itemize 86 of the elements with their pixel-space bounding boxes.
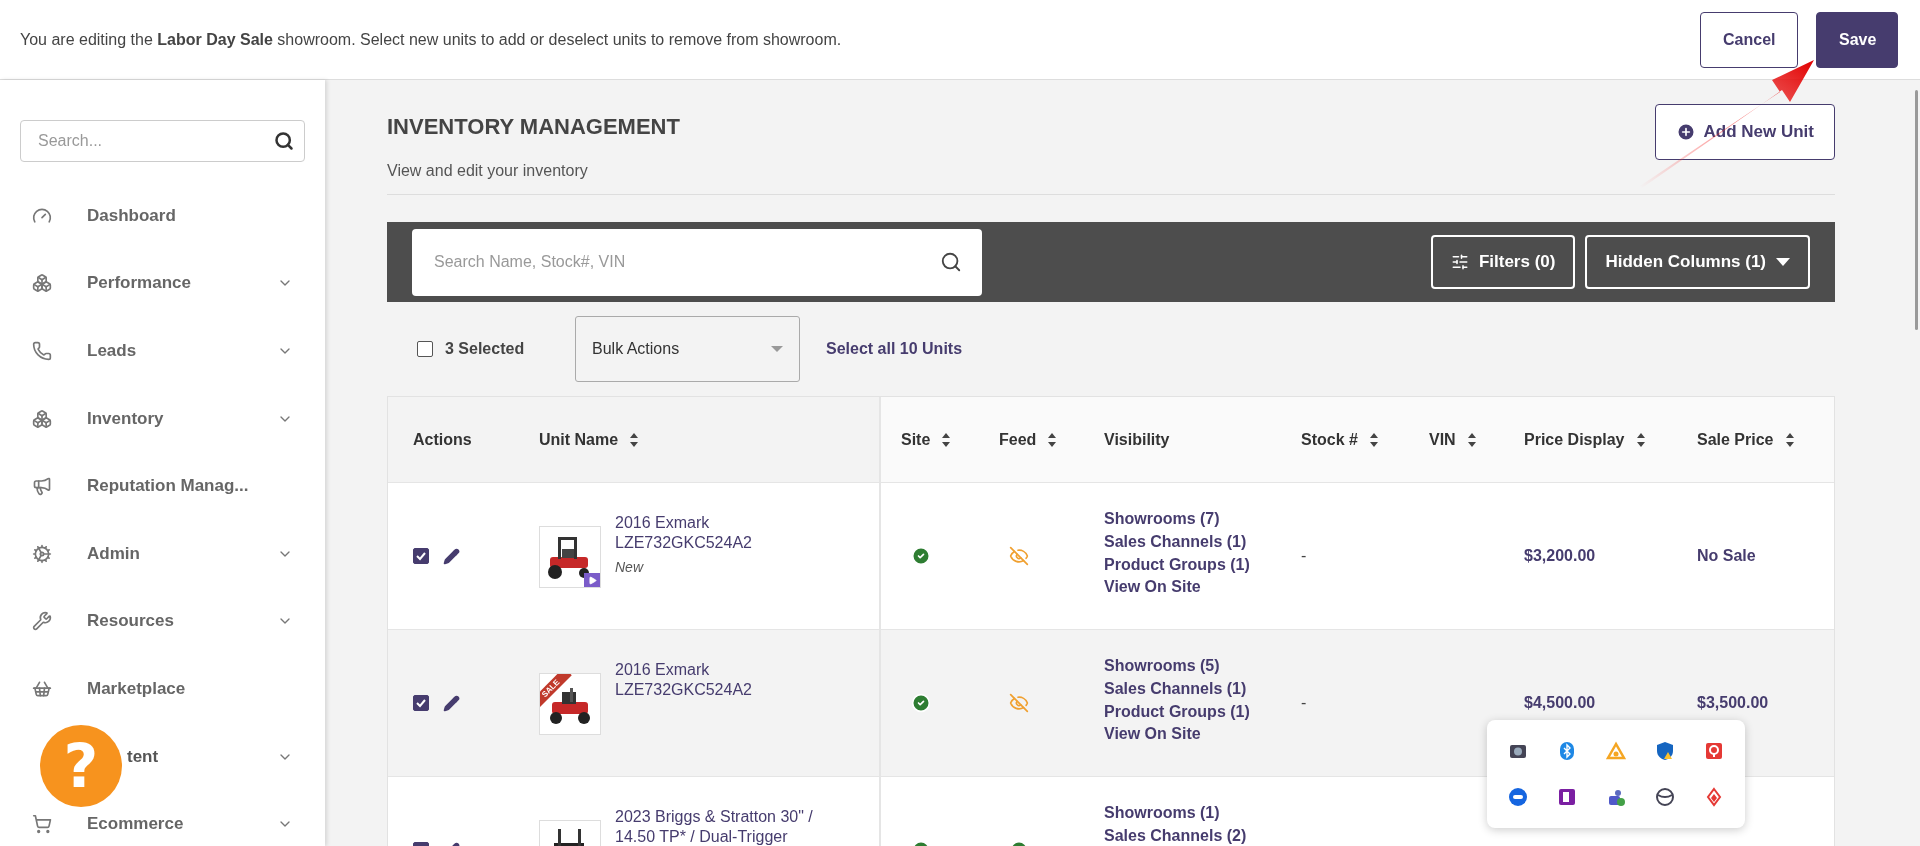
save-button[interactable]: Save xyxy=(1816,11,1898,68)
visibility-link[interactable]: Sales Channels (1) xyxy=(1104,678,1250,700)
caret-icon xyxy=(1776,258,1790,266)
notebook-icon[interactable] xyxy=(1556,787,1577,807)
sort-icon[interactable] xyxy=(1785,432,1794,447)
shield-icon[interactable] xyxy=(1655,741,1676,761)
unit-condition: New xyxy=(615,559,645,575)
banner-message: You are editing the Labor Day Sale showroom. Select new units to add or deselect units to remove from showroom. xyxy=(20,30,843,49)
nav-item[interactable]: Resources xyxy=(87,611,174,632)
hidden-columns-button[interactable]: Hidden Columns (1) xyxy=(1585,235,1810,289)
checkbox[interactable] xyxy=(417,341,433,357)
page-title: INVENTORY MANAGEMENT xyxy=(387,114,680,140)
visibility-link[interactable]: Sales Channels (2) xyxy=(1104,825,1247,846)
basket-icon xyxy=(32,678,52,699)
visibility-link[interactable]: Showrooms (5) xyxy=(1104,656,1250,677)
nav-item[interactable]: Admin xyxy=(87,543,140,564)
sale-price: No Sale xyxy=(1697,547,1756,565)
visibility-link[interactable]: Showrooms (1) xyxy=(1104,803,1247,824)
megaphone-icon xyxy=(32,476,52,497)
search-input[interactable]: Search Name, Stock#, VIN xyxy=(432,252,940,272)
column-header: Visibility xyxy=(1104,430,1170,449)
square-icon[interactable] xyxy=(1704,741,1725,761)
nav-item[interactable]: Leads xyxy=(87,341,137,361)
sort-icon[interactable] xyxy=(1636,432,1645,447)
column-header[interactable]: Sale Price xyxy=(1697,430,1774,449)
nav-item[interactable]: Reputation Manag... xyxy=(87,476,249,497)
search-icon[interactable] xyxy=(274,131,294,151)
sale-price: $3,500.00 xyxy=(1697,694,1769,712)
sort-icon[interactable] xyxy=(942,432,951,447)
column-header[interactable]: Feed xyxy=(999,430,1037,449)
caret-icon xyxy=(771,346,783,352)
sort-icon[interactable] xyxy=(1467,432,1476,447)
price-display: $3,200.00 xyxy=(1524,547,1596,565)
filters-button[interactable]: Filters (0) xyxy=(1430,235,1576,289)
visibility-link[interactable]: Sales Channels (1) xyxy=(1104,531,1250,553)
unit-name[interactable]: 2016 Exmark LZE732GKC524A2 xyxy=(615,660,840,700)
stock-number: - xyxy=(1301,547,1307,565)
search-input[interactable]: Search... xyxy=(36,131,274,151)
pencil-icon[interactable] xyxy=(443,694,460,712)
people-icon[interactable] xyxy=(1606,787,1626,807)
cart-icon xyxy=(32,814,52,835)
nav-item[interactable]: tent xyxy=(127,746,159,767)
select-all-link[interactable]: Select all 10 Units xyxy=(826,340,963,358)
bulk-actions-dropdown[interactable]: Bulk Actions xyxy=(575,316,800,382)
search-field[interactable]: Search Name, Stock#, VIN xyxy=(412,228,982,296)
unit-name[interactable]: 2016 Exmark LZE732GKC524A2 xyxy=(615,513,840,553)
page-subtitle: View and edit your inventory xyxy=(387,162,589,180)
sliders-icon xyxy=(1450,253,1469,271)
search-field[interactable]: Search... xyxy=(20,120,305,162)
column-header[interactable]: Unit Name xyxy=(539,430,619,449)
nav-item[interactable]: Marketplace xyxy=(87,678,186,699)
visibility-link[interactable]: Showrooms (7) xyxy=(1104,509,1250,530)
gears-icon xyxy=(32,543,52,564)
column-header[interactable]: Price Display xyxy=(1524,430,1625,449)
selected-count: 3 Selected xyxy=(445,340,526,358)
price-display: $4,500.00 xyxy=(1524,694,1596,712)
visibility-link[interactable]: Product Groups (1) xyxy=(1104,701,1250,723)
column-header[interactable]: VIN xyxy=(1429,430,1456,449)
pencil-icon[interactable] xyxy=(443,547,460,565)
nav-item[interactable]: Performance xyxy=(87,273,191,294)
search-icon[interactable] xyxy=(940,251,962,273)
checkbox[interactable] xyxy=(413,548,429,564)
cubes-icon xyxy=(32,273,52,294)
sort-icon[interactable] xyxy=(630,432,639,447)
sort-icon[interactable] xyxy=(1048,432,1057,447)
sort-icon[interactable] xyxy=(1369,432,1378,447)
globe-icon[interactable] xyxy=(1655,787,1676,807)
phone-icon xyxy=(32,341,52,361)
cubes-icon xyxy=(32,408,52,429)
visibility-link[interactable]: View On Site xyxy=(1104,724,1250,746)
checkbox[interactable] xyxy=(413,695,429,711)
wrench-icon xyxy=(32,611,52,632)
cancel-button[interactable]: Cancel xyxy=(1700,11,1798,68)
scrollbar[interactable] xyxy=(1914,90,1918,330)
column-header[interactable]: Site xyxy=(901,430,931,449)
column-header[interactable]: Stock # xyxy=(1301,430,1358,449)
visibility-link[interactable]: View On Site xyxy=(1104,577,1250,599)
nav-item[interactable]: Inventory xyxy=(87,408,164,429)
add-unit-button[interactable]: Add New Unit xyxy=(1654,104,1835,160)
nav-item[interactable]: Ecommerce xyxy=(87,814,184,835)
unit-name[interactable]: 2023 Briggs & Stratton 30" / 14.50 TP* / Dual-Trigger xyxy=(615,807,840,846)
nav-item[interactable]: Dashboard xyxy=(87,205,176,226)
column-header: Actions xyxy=(413,430,472,449)
plus-circle-icon xyxy=(1675,122,1696,142)
visibility-link[interactable]: Product Groups (1) xyxy=(1104,554,1250,576)
stock-number: - xyxy=(1301,694,1307,712)
